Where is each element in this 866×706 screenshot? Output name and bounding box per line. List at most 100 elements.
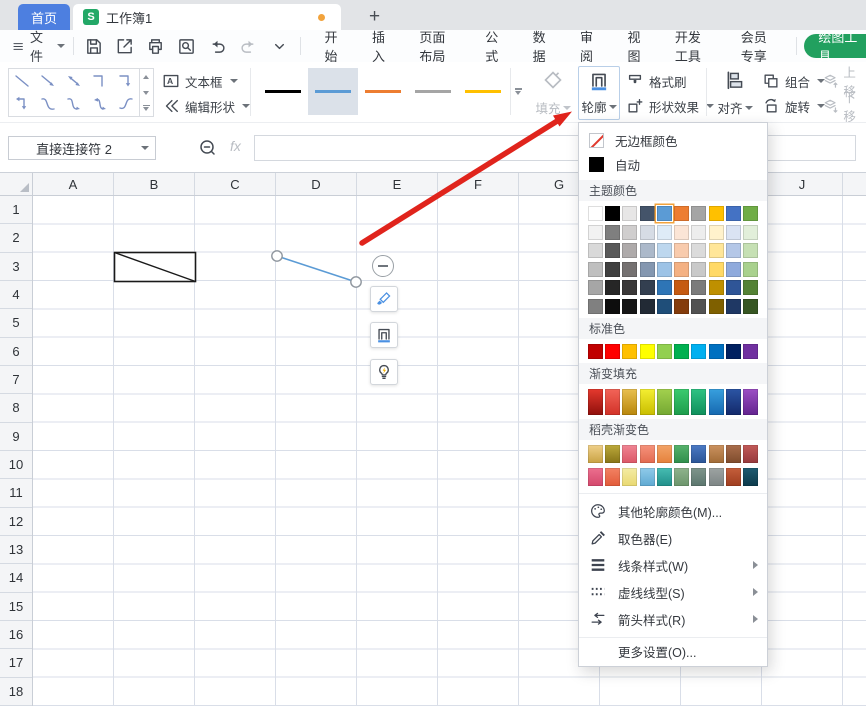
smart-tip-button[interactable] bbox=[370, 359, 398, 385]
zoom-out-icon[interactable] bbox=[198, 138, 218, 158]
theme-tint-swatch[interactable] bbox=[726, 243, 741, 258]
gradient-fill-swatch[interactable] bbox=[657, 389, 672, 415]
theme-tint-swatch[interactable] bbox=[588, 243, 603, 258]
row-header-9[interactable]: 9 bbox=[0, 423, 32, 451]
row-header-14[interactable]: 14 bbox=[0, 564, 32, 592]
row-header-15[interactable]: 15 bbox=[0, 593, 32, 621]
theme-tint-swatch[interactable] bbox=[743, 280, 758, 295]
theme-tint-swatch[interactable] bbox=[726, 225, 741, 240]
theme-tint-swatch[interactable] bbox=[622, 262, 637, 277]
docer-gradient-swatch[interactable] bbox=[726, 445, 741, 463]
theme-tint-swatch[interactable] bbox=[674, 225, 689, 240]
theme-tint-swatch[interactable] bbox=[640, 225, 655, 240]
theme-tint-swatch[interactable] bbox=[709, 243, 724, 258]
straight-connector-cell[interactable] bbox=[9, 69, 35, 93]
name-box[interactable]: 直接连接符 2 bbox=[8, 136, 156, 160]
theme-tint-swatch[interactable] bbox=[588, 262, 603, 277]
row-header-17[interactable]: 17 bbox=[0, 649, 32, 677]
fill-button[interactable]: 填充 bbox=[532, 66, 574, 120]
column-header-F[interactable]: F bbox=[438, 173, 519, 195]
theme-tint-swatch[interactable] bbox=[588, 280, 603, 295]
align-button[interactable]: 对齐 bbox=[714, 66, 756, 120]
theme-tint-swatch[interactable] bbox=[640, 243, 655, 258]
theme-tint-swatch[interactable] bbox=[743, 262, 758, 277]
automatic-color-item[interactable]: 自动 bbox=[579, 152, 767, 176]
file-menu-button[interactable]: 文件 bbox=[12, 27, 65, 65]
docer-gradient-swatch[interactable] bbox=[657, 445, 672, 463]
document-tab[interactable]: S 工作簿1 bbox=[73, 4, 341, 30]
column-header-C[interactable]: C bbox=[195, 173, 276, 195]
send-backward-button[interactable]: 下移 bbox=[822, 96, 866, 116]
collapse-toolbar-button[interactable] bbox=[372, 255, 394, 277]
theme-tint-swatch[interactable] bbox=[640, 299, 655, 314]
theme-tint-swatch[interactable] bbox=[709, 262, 724, 277]
row-header-8[interactable]: 8 bbox=[0, 394, 32, 422]
curved-arrow-cell[interactable] bbox=[61, 93, 87, 117]
row-header-12[interactable]: 12 bbox=[0, 508, 32, 536]
no-border-color-item[interactable]: 无边框颜色 bbox=[579, 128, 767, 152]
elbow-double-arrow-cell[interactable] bbox=[9, 93, 35, 117]
export-button[interactable] bbox=[113, 34, 137, 58]
theme-color-swatch[interactable] bbox=[743, 206, 758, 221]
theme-color-swatch[interactable] bbox=[657, 206, 672, 221]
docer-gradient-swatch[interactable] bbox=[743, 468, 758, 486]
docer-gradient-swatch[interactable] bbox=[709, 445, 724, 463]
standard-color-swatch[interactable] bbox=[691, 344, 706, 359]
theme-tint-swatch[interactable] bbox=[622, 225, 637, 240]
format-painter-button[interactable]: 格式刷 bbox=[626, 71, 687, 91]
column-header-J[interactable]: J bbox=[762, 173, 843, 195]
theme-tint-swatch[interactable] bbox=[588, 225, 603, 240]
theme-color-swatch[interactable] bbox=[726, 206, 741, 221]
column-header-A[interactable]: A bbox=[33, 173, 114, 195]
theme-tint-swatch[interactable] bbox=[605, 262, 620, 277]
theme-color-swatch[interactable] bbox=[588, 206, 603, 221]
more-settings-item[interactable]: 更多设置(O)... bbox=[579, 637, 767, 665]
quick-style-brush-button[interactable] bbox=[370, 286, 398, 312]
theme-tint-swatch[interactable] bbox=[657, 299, 672, 314]
docer-gradient-swatch[interactable] bbox=[605, 445, 620, 463]
docer-gradient-swatch[interactable] bbox=[674, 468, 689, 486]
theme-tint-swatch[interactable] bbox=[726, 280, 741, 295]
curved-connector-cell[interactable] bbox=[35, 93, 61, 117]
gradient-fill-swatch[interactable] bbox=[622, 389, 637, 415]
double-arrow-cell[interactable] bbox=[61, 69, 87, 93]
theme-tint-swatch[interactable] bbox=[657, 262, 672, 277]
tab-drawing-tools[interactable]: 绘图工具 bbox=[804, 34, 866, 58]
standard-color-swatch[interactable] bbox=[622, 344, 637, 359]
docer-gradient-swatch[interactable] bbox=[640, 445, 655, 463]
line-style-swatch[interactable] bbox=[358, 68, 408, 115]
theme-tint-swatch[interactable] bbox=[657, 225, 672, 240]
theme-tint-swatch[interactable] bbox=[726, 262, 741, 277]
theme-tint-swatch[interactable] bbox=[605, 299, 620, 314]
arrow-style-item[interactable]: 箭头样式(R) bbox=[579, 606, 767, 633]
theme-tint-swatch[interactable] bbox=[622, 299, 637, 314]
docer-gradient-swatch[interactable] bbox=[691, 445, 706, 463]
theme-tint-swatch[interactable] bbox=[657, 243, 672, 258]
theme-tint-swatch[interactable] bbox=[691, 280, 706, 295]
gallery-scroll-down-button[interactable] bbox=[139, 85, 153, 101]
eyedropper-item[interactable]: 取色器(E) bbox=[579, 525, 767, 552]
redo-button[interactable] bbox=[237, 34, 261, 58]
line-style-swatch[interactable] bbox=[408, 68, 458, 115]
gradient-fill-swatch[interactable] bbox=[709, 389, 724, 415]
docer-gradient-swatch[interactable] bbox=[588, 468, 603, 486]
gradient-fill-swatch[interactable] bbox=[605, 389, 620, 415]
docer-gradient-swatch[interactable] bbox=[605, 468, 620, 486]
theme-tint-swatch[interactable] bbox=[657, 280, 672, 295]
standard-color-swatch[interactable] bbox=[709, 344, 724, 359]
theme-tint-swatch[interactable] bbox=[605, 243, 620, 258]
docer-gradient-swatch[interactable] bbox=[743, 445, 758, 463]
standard-color-swatch[interactable] bbox=[588, 344, 603, 359]
theme-color-swatch[interactable] bbox=[622, 206, 637, 221]
line-gallery-more-button[interactable] bbox=[510, 68, 525, 115]
standard-color-swatch[interactable] bbox=[726, 344, 741, 359]
column-header-partial[interactable] bbox=[843, 173, 866, 195]
row-header-1[interactable]: 1 bbox=[0, 196, 32, 224]
line-style-swatch[interactable] bbox=[308, 68, 358, 115]
row-header-5[interactable]: 5 bbox=[0, 309, 32, 337]
row-header-18[interactable]: 18 bbox=[0, 678, 32, 706]
theme-tint-swatch[interactable] bbox=[691, 299, 706, 314]
theme-tint-swatch[interactable] bbox=[691, 262, 706, 277]
theme-color-swatch[interactable] bbox=[605, 206, 620, 221]
column-header-E[interactable]: E bbox=[357, 173, 438, 195]
